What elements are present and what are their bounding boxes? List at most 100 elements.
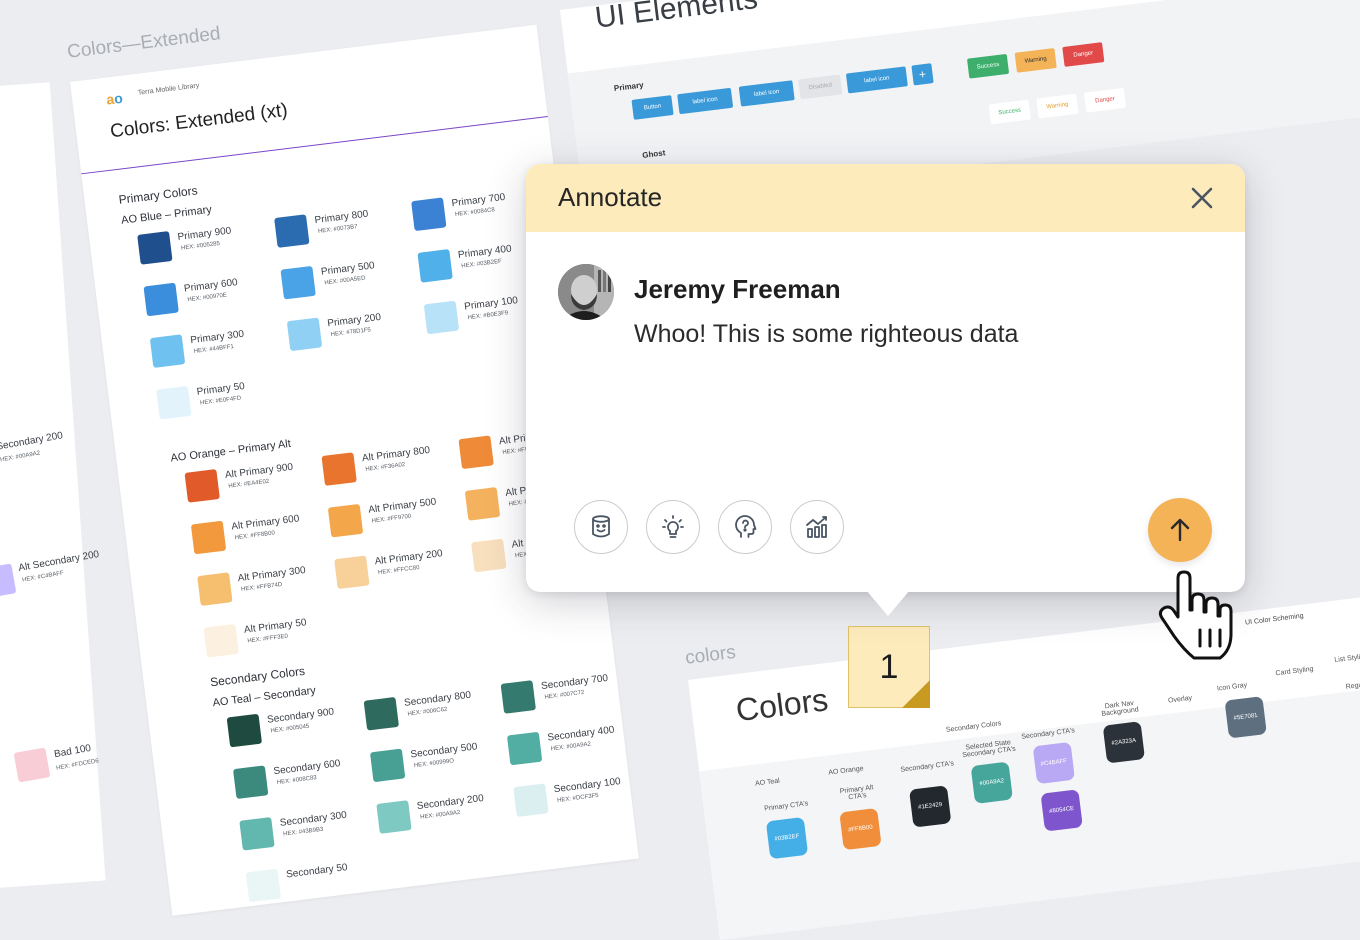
terra-logo: ao — [105, 89, 124, 108]
group-ao-teal: AO Teal – Secondary — [212, 684, 317, 710]
color-swatch — [245, 868, 282, 903]
close-icon[interactable] — [1188, 184, 1216, 212]
swatch-name: Primary 200 — [326, 311, 382, 330]
swatch-hex: HEX: #44BFF1 — [193, 344, 235, 355]
color-tile: #5E7081 — [1224, 696, 1267, 739]
color-swatch — [197, 572, 233, 606]
swatch-hex: HEX: #007C72 — [544, 689, 585, 701]
swatch-name: Secondary 400 — [546, 724, 615, 744]
label-icon-gray: Icon Gray — [1216, 681, 1248, 693]
color-swatch — [513, 783, 549, 818]
swatch-name: Alt Primary 500 — [367, 496, 437, 516]
color-swatch — [232, 765, 269, 800]
swatch-name: Primary 900 — [177, 225, 232, 243]
label-dark-nav: Dark Nav Background — [1101, 699, 1140, 718]
swatch-name: Alt Primary 800 — [361, 444, 431, 465]
avatar — [558, 264, 614, 320]
swatch-name: Secondary 600 — [272, 758, 342, 778]
color-swatch — [417, 249, 453, 283]
colors-board: Colors UI Color Scheming Secondary Color… — [688, 592, 1360, 940]
color-swatch — [280, 265, 316, 300]
color-tile: #C4BAFF — [1032, 741, 1076, 785]
annotation-marker[interactable]: 1 — [848, 626, 930, 708]
group-ao-blue: AO Blue – Primary — [120, 203, 213, 227]
lightbulb-button[interactable] — [646, 500, 700, 554]
swatch-name: Primary 100 — [463, 295, 519, 313]
color-swatch — [506, 731, 543, 766]
ui-color-scheming-label: UI Color Scheming — [1244, 612, 1304, 627]
swatch-hex: HEX: #FF8B00 — [234, 530, 276, 542]
popup-pointer — [866, 590, 910, 616]
color-swatch — [411, 197, 447, 232]
marker-fold — [902, 680, 930, 708]
swatch-name: Alt Primary 300 — [237, 564, 307, 585]
color-swatch — [334, 555, 370, 590]
far-left-bad-swatch — [13, 747, 51, 783]
swatch-hex: HEX: #00A9A2 — [419, 809, 461, 821]
section-secondary-colors: Secondary Colors — [209, 663, 306, 690]
color-swatch — [327, 503, 364, 538]
popup-title: Annotate — [558, 182, 663, 212]
head-question-icon — [735, 515, 757, 538]
group-ao-orange: AO Orange – Primary Alt — [169, 437, 292, 465]
send-button[interactable] — [1148, 498, 1212, 562]
color-tile: #FF8B00 — [839, 807, 882, 851]
label-list-styling: List Styling — [1334, 652, 1360, 665]
color-swatch — [423, 300, 460, 335]
color-tile: #1E2429 — [909, 785, 952, 828]
swatch-name: Primary 300 — [189, 328, 245, 347]
swatch-hex: HEX: #43B9B3 — [282, 826, 324, 838]
color-swatch — [203, 623, 239, 658]
database-face-button[interactable] — [574, 500, 628, 554]
swatch-name: Secondary 900 — [266, 706, 335, 726]
color-swatch — [149, 334, 186, 368]
swatch-hex: HEX: #FFCC80 — [377, 565, 420, 577]
swatch-hex: HEX: #00999O — [413, 758, 455, 770]
swatch-hex: HEX: #FFB74D — [240, 581, 283, 593]
color-tile: #8054CE — [1040, 789, 1083, 832]
chart-button[interactable] — [790, 500, 844, 554]
color-swatch — [286, 317, 323, 352]
swatch-name: Secondary 100 — [553, 776, 622, 796]
swatch-name: Primary 700 — [451, 191, 506, 210]
swatch-name: Primary 600 — [183, 277, 239, 295]
question-button[interactable] — [718, 500, 772, 554]
ui-button-plus[interactable]: + — [911, 63, 934, 86]
color-swatch — [156, 385, 192, 420]
color-swatch — [184, 469, 220, 503]
comment-text: Whoo! This is some righteous data — [634, 320, 1019, 348]
color-swatch — [363, 696, 400, 731]
color-swatch — [190, 520, 227, 555]
color-swatch — [376, 800, 412, 834]
color-swatch — [239, 816, 275, 851]
brand-label: Terra Mobile Library — [137, 82, 200, 97]
swatch-hex: HEX: #0073B7 — [317, 224, 358, 235]
section-primary-colors: Primary Colors — [117, 183, 199, 207]
swatch-hex: HEX: #005045 — [270, 723, 310, 735]
color-tile: #00A9A2 — [970, 761, 1013, 804]
color-swatch — [458, 435, 494, 470]
swatch-hex: HEX: #00A9A2 — [550, 741, 592, 753]
board-label-colors-extended: Colors—Extended — [66, 23, 222, 63]
board-label-colors: colors — [684, 641, 737, 669]
swatch-hex: HEX: #00A5ED — [324, 275, 366, 287]
author-name: Jeremy Freeman — [634, 274, 841, 304]
color-tile: #03B2EF — [765, 816, 809, 860]
swatch-hex: HEX: #00970E — [187, 292, 228, 304]
swatch-name: Secondary 500 — [409, 741, 479, 761]
bar-chart-icon — [806, 516, 827, 538]
annotate-popup: Annotate Jeremy Freeman Whoo! This is so… — [526, 164, 1245, 616]
swatch-name: Primary 400 — [457, 243, 513, 261]
swatch-hex: HEX: #008C83 — [276, 775, 318, 786]
color-swatch — [226, 713, 263, 748]
marker-number: 1 — [879, 647, 899, 686]
color-swatch — [137, 231, 173, 265]
board-title: Colors: Extended (xt) — [109, 99, 289, 143]
color-tile: #2A323A — [1102, 721, 1146, 764]
swatch-hex: HEX: #F36A02 — [365, 462, 406, 473]
swatch-name: Alt Primary 200 — [374, 548, 444, 568]
database-face-icon — [592, 515, 610, 538]
swatch-hex: HEX: #E0F4FD — [199, 395, 242, 407]
label-secondary-colors: Secondary Colors — [945, 720, 1002, 734]
swatch-hex: HEX: #B0E3F9 — [467, 310, 509, 322]
